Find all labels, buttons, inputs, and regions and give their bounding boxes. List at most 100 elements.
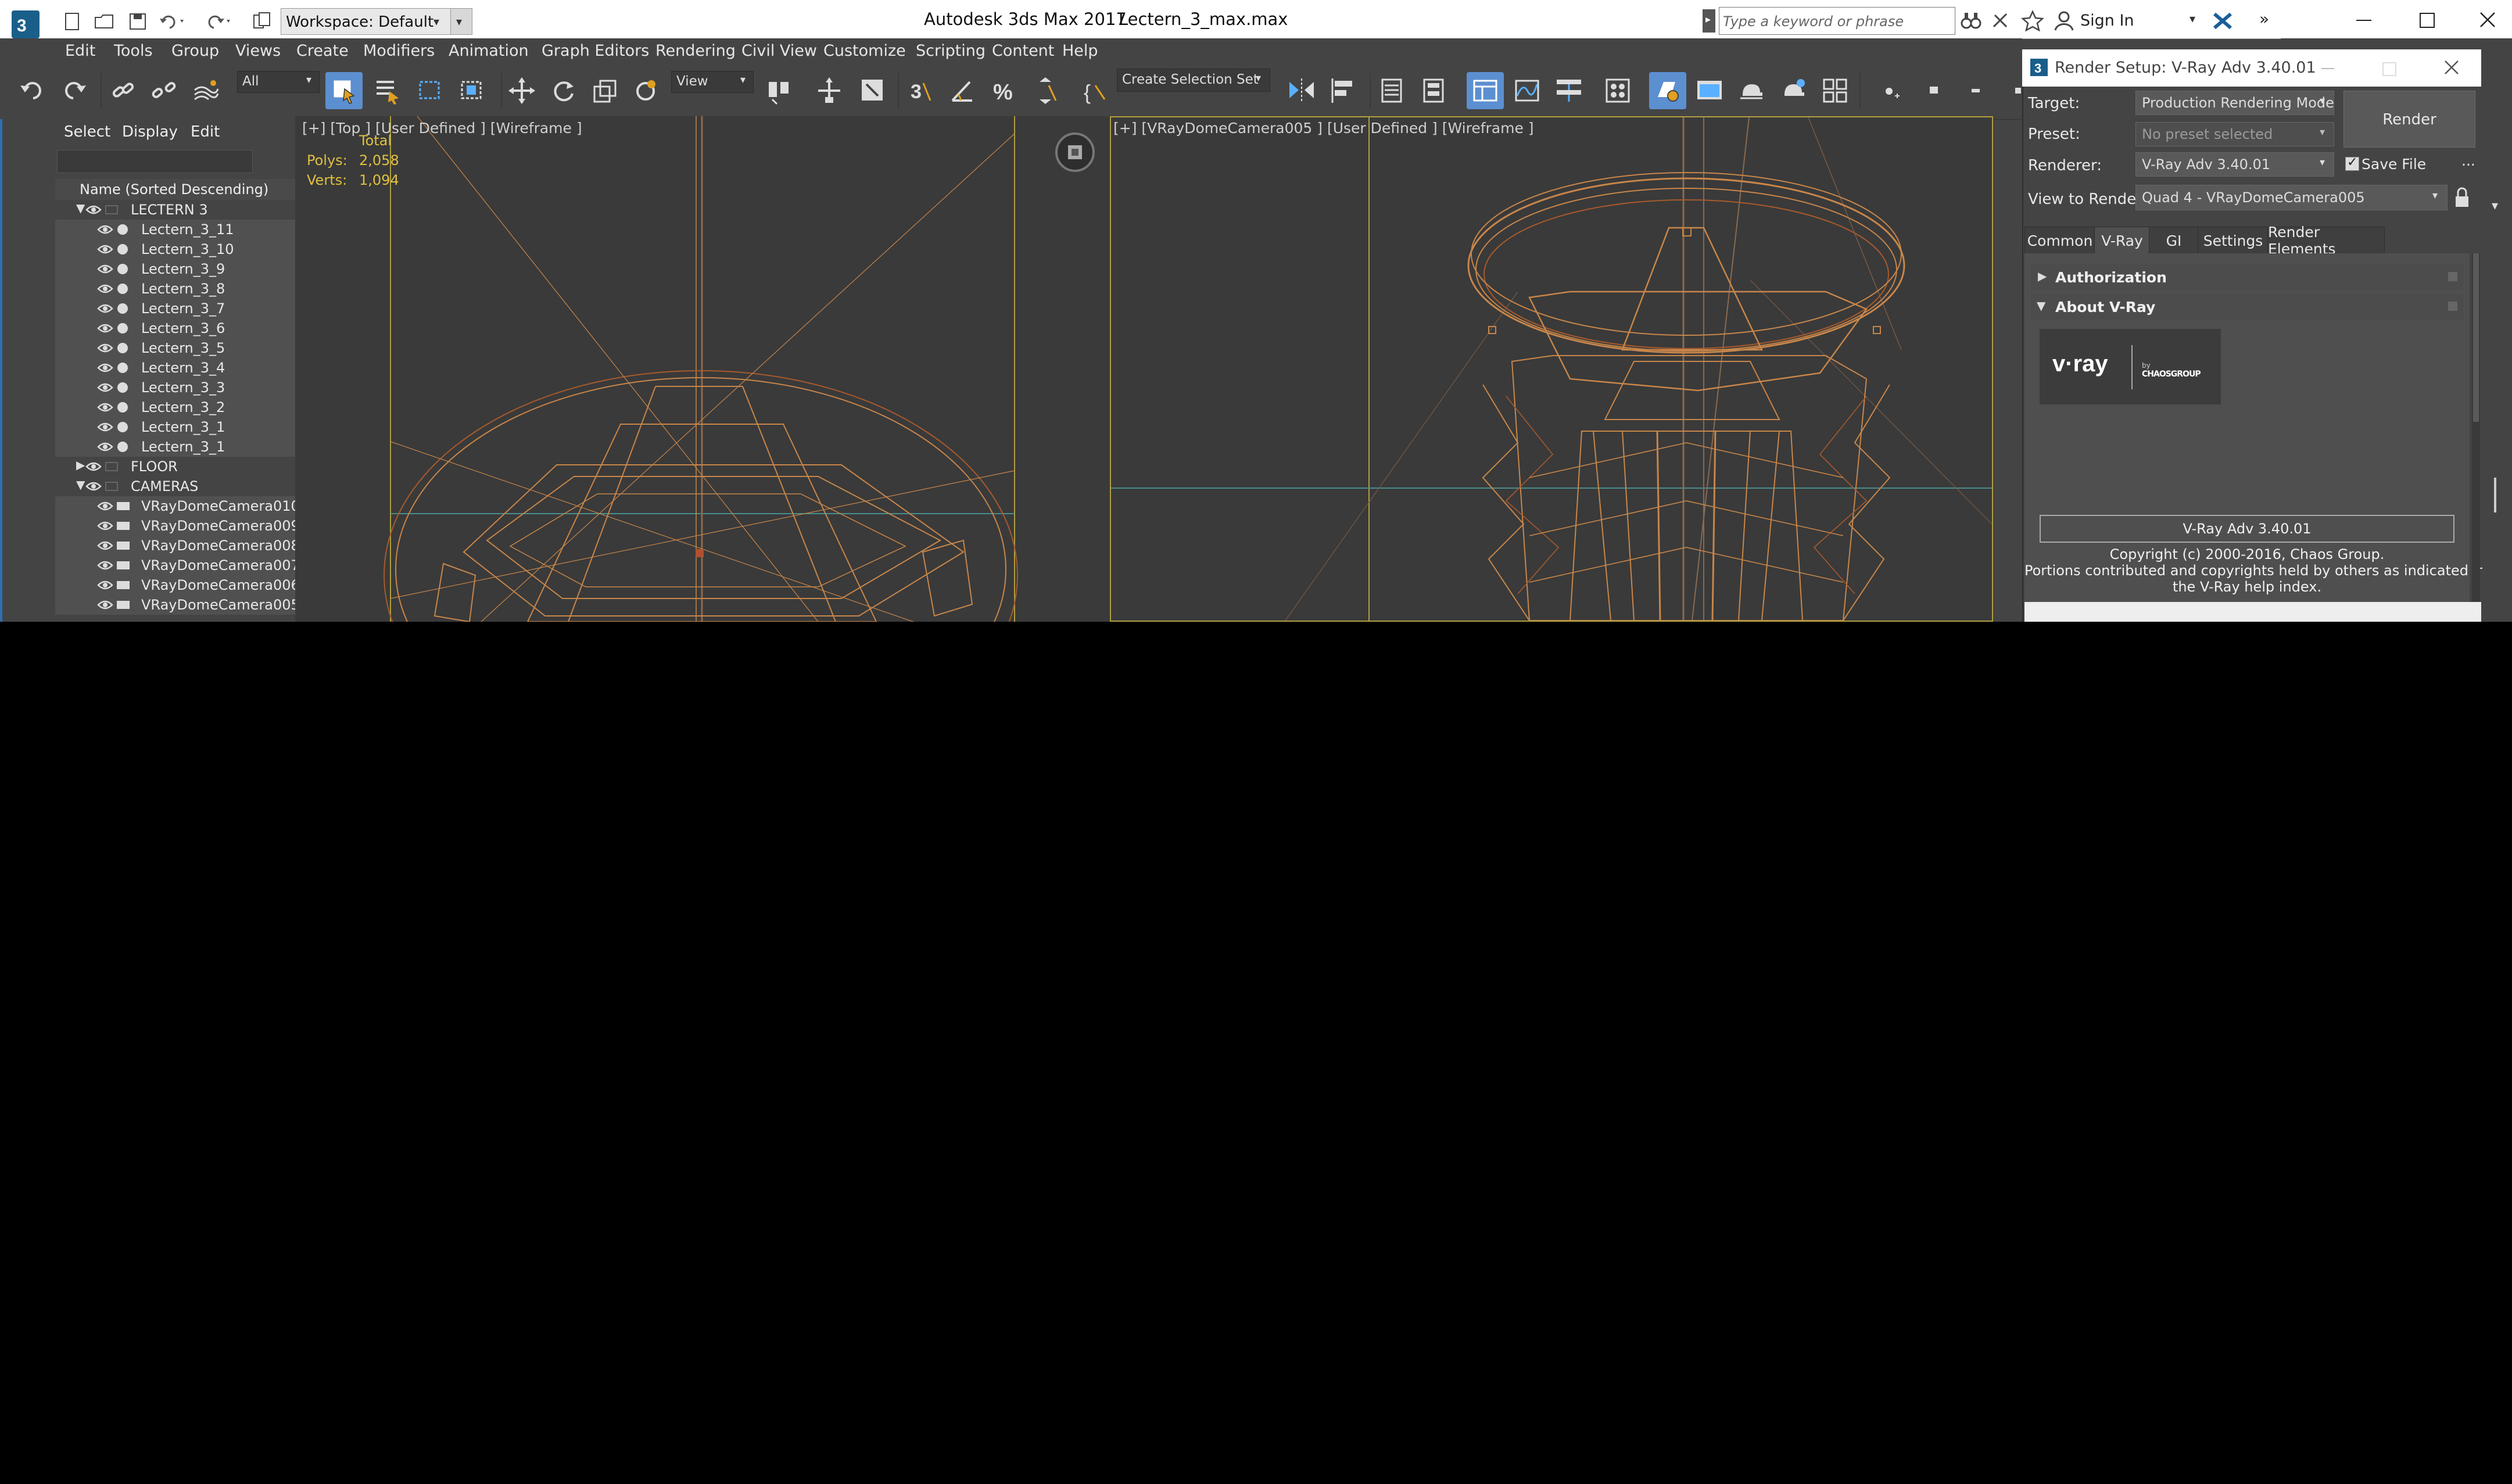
vray-proxy-icon[interactable] xyxy=(1957,72,1994,109)
menu-civil-view[interactable]: Civil View xyxy=(741,42,817,60)
menu-animation[interactable]: Animation xyxy=(449,42,529,60)
favorites-star-icon[interactable] xyxy=(2021,9,2044,33)
sign-in-link[interactable]: Sign In xyxy=(2080,12,2134,30)
expand-arrow-icon[interactable]: ▼ xyxy=(76,478,85,492)
select-and-rotate-icon[interactable] xyxy=(545,72,582,109)
camera-row[interactable]: VRayDomeCamera010 xyxy=(55,496,295,516)
tab-render-elements[interactable]: Render Elements xyxy=(2267,224,2385,257)
object-row[interactable]: Lectern_3_10 xyxy=(55,239,295,259)
visibility-eye-icon[interactable] xyxy=(85,479,102,493)
select-and-move-icon[interactable] xyxy=(503,72,540,109)
renderer-dropdown[interactable]: V-Ray Adv 3.40.01 ▾ xyxy=(2135,152,2334,177)
render-setup-scrollbar[interactable] xyxy=(2472,253,2480,622)
dialog-close-icon[interactable] xyxy=(2443,59,2460,76)
object-row[interactable]: Lectern_3_1 xyxy=(55,437,295,457)
rollout-pin-icon[interactable] xyxy=(2448,302,2457,311)
undo-icon[interactable] xyxy=(14,72,51,109)
select-and-place-icon[interactable] xyxy=(628,72,665,109)
close-window-icon[interactable] xyxy=(2478,10,2497,29)
scene-column-header[interactable]: Name (Sorted Descending) xyxy=(55,179,295,200)
menu-tools[interactable]: Tools xyxy=(114,42,153,60)
visibility-eye-icon[interactable] xyxy=(85,203,102,217)
viewport-top-label[interactable]: [+] [Top ] [User Defined ] [Wireframe ] xyxy=(302,120,582,137)
visibility-eye-icon[interactable] xyxy=(97,578,113,592)
visibility-eye-icon[interactable] xyxy=(97,361,113,375)
lock-view-icon[interactable] xyxy=(2452,186,2472,209)
vray-toolbar-icon[interactable] xyxy=(1873,72,1911,109)
render-setup-icon[interactable] xyxy=(1649,72,1686,109)
align-icon[interactable] xyxy=(1325,72,1362,109)
visibility-eye-icon[interactable] xyxy=(97,598,113,612)
search-input[interactable]: Type a keyword or phrase xyxy=(1719,7,1955,35)
angle-snap-icon[interactable] xyxy=(944,72,981,109)
percent-snap-icon[interactable]: % xyxy=(986,72,1023,109)
menu-graph-editors[interactable]: Graph Editors xyxy=(542,42,649,60)
binoculars-icon[interactable] xyxy=(1959,9,1983,33)
tab-gi[interactable]: GI xyxy=(2149,227,2199,254)
expand-arrow-icon[interactable]: ▼ xyxy=(76,201,85,215)
toggle-scene-explorer-icon[interactable] xyxy=(1374,72,1411,109)
camera-row[interactable]: VRayDomeCamera007 xyxy=(55,555,295,575)
select-by-name-icon[interactable] xyxy=(369,72,406,109)
redo-quick-icon[interactable] xyxy=(203,10,232,33)
material-editor-icon[interactable] xyxy=(1599,72,1636,109)
visibility-eye-icon[interactable] xyxy=(97,262,113,276)
undo-quick-icon[interactable] xyxy=(158,10,187,33)
menu-modifiers[interactable]: Modifiers xyxy=(363,42,435,60)
bind-to-space-warp-icon[interactable] xyxy=(187,72,224,109)
panel-scroll-icon[interactable]: ▾ xyxy=(2492,199,2498,213)
spinner-snap-icon[interactable] xyxy=(1027,72,1065,109)
object-row[interactable]: Lectern_3_6 xyxy=(55,318,295,338)
toggle-ribbon-icon[interactable] xyxy=(1467,72,1504,109)
visibility-eye-icon[interactable] xyxy=(97,440,113,454)
save-file-label[interactable]: Save File xyxy=(2362,156,2426,173)
menu-views[interactable]: Views xyxy=(235,42,281,60)
visibility-eye-icon[interactable] xyxy=(97,223,113,236)
scene-explorer-tab-edit[interactable]: Edit xyxy=(191,123,220,141)
new-file-icon[interactable] xyxy=(61,10,83,33)
select-and-scale-icon[interactable] xyxy=(587,72,624,109)
object-row[interactable]: Lectern_3_7 xyxy=(55,299,295,318)
object-row[interactable]: Lectern_3_3 xyxy=(55,378,295,397)
rendered-frame-window-icon[interactable] xyxy=(1691,72,1728,109)
curve-editor-icon[interactable] xyxy=(1508,72,1546,109)
save-file-checkbox[interactable]: ✓ xyxy=(2345,155,2359,171)
sign-in-chevron-icon[interactable]: ▾ xyxy=(2190,12,2195,26)
keyboard-shortcut-override-icon[interactable] xyxy=(854,72,891,109)
vray-frame-buffer-icon[interactable] xyxy=(1816,72,1854,109)
open-file-icon[interactable] xyxy=(93,10,115,33)
edit-named-selection-icon[interactable]: { xyxy=(1076,72,1113,109)
visibility-eye-icon[interactable] xyxy=(97,282,113,296)
preset-dropdown[interactable]: No preset selected ▾ xyxy=(2135,122,2334,146)
object-row[interactable]: Lectern_3_8 xyxy=(55,279,295,299)
unlink-selection-icon[interactable] xyxy=(145,72,182,109)
vray-light-icon[interactable] xyxy=(1915,72,1952,109)
menu-content[interactable]: Content xyxy=(992,42,1054,60)
object-row[interactable]: Lectern_3_2 xyxy=(55,397,295,417)
visibility-eye-icon[interactable] xyxy=(97,341,113,355)
viewport-top[interactable]: [+] [Top ] [User Defined ] [Wireframe ] … xyxy=(295,116,1097,622)
viewport-camera-label[interactable]: [+] [VRayDomeCamera005 ] [User Defined ]… xyxy=(1113,120,1534,137)
tab-settings[interactable]: Settings xyxy=(2198,227,2269,254)
select-manipulate-icon[interactable] xyxy=(811,72,848,109)
window-crossing-icon[interactable] xyxy=(453,72,490,109)
maximize-icon[interactable] xyxy=(2420,13,2435,28)
named-selection-dropdown[interactable]: Create Selection Set ▾ xyxy=(1117,69,1270,92)
select-object-icon[interactable] xyxy=(325,72,363,109)
panel-splitter[interactable] xyxy=(2494,478,2496,512)
dialog-maximize-icon[interactable] xyxy=(2382,62,2396,76)
camera-row[interactable]: VRayDomeCamera009 xyxy=(55,516,295,536)
visibility-eye-icon[interactable] xyxy=(97,558,113,572)
visibility-eye-icon[interactable] xyxy=(97,242,113,256)
toggle-layer-explorer-icon[interactable] xyxy=(1416,72,1453,109)
camera-row[interactable]: VRayDomeCamera005 xyxy=(55,595,295,615)
render-production-icon[interactable] xyxy=(1733,72,1770,109)
scene-explorer-tab-select[interactable]: Select xyxy=(64,123,110,141)
visibility-eye-icon[interactable] xyxy=(97,519,113,533)
selection-filter-dropdown[interactable]: All ▾ xyxy=(237,71,320,93)
schematic-view-icon[interactable] xyxy=(1550,72,1588,109)
redo-icon[interactable] xyxy=(55,72,92,109)
layer-row[interactable]: ▼ CAMERAS xyxy=(55,476,295,496)
search-expand-button[interactable]: ▸ xyxy=(1703,9,1715,33)
object-row[interactable]: Lectern_3_4 xyxy=(55,358,295,378)
